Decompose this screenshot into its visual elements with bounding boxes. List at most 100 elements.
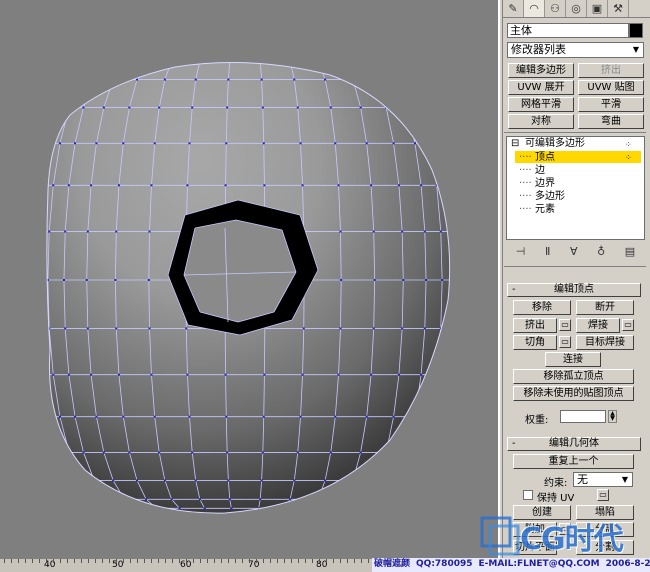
mesh-vertex[interactable]	[60, 106, 63, 109]
mesh-vertex[interactable]	[420, 373, 423, 376]
mesh-vertex[interactable]	[413, 142, 416, 145]
mesh-vertex[interactable]	[351, 507, 354, 510]
mesh-vertex[interactable]	[188, 415, 191, 418]
stack-subobject-item[interactable]: 多边形	[535, 191, 565, 203]
mesh-vertex[interactable]	[262, 415, 265, 418]
edit-geometry-rollout-header[interactable]: - 编辑几何体	[507, 437, 641, 451]
modifier-button[interactable]: 对称	[508, 114, 574, 129]
mesh-vertex[interactable]	[102, 451, 105, 454]
mesh-vertex[interactable]	[402, 279, 405, 281]
mesh-vertex[interactable]	[394, 78, 397, 81]
mesh-vertex[interactable]	[105, 498, 108, 501]
modifier-button[interactable]: 网格平滑	[508, 97, 574, 112]
mesh-vertex[interactable]	[82, 451, 85, 454]
object-color-swatch[interactable]	[629, 23, 643, 38]
modifier-button[interactable]: 编辑多边形	[508, 63, 574, 78]
mesh-vertex[interactable]	[194, 78, 197, 81]
modifier-button[interactable]: 弯曲	[578, 114, 644, 129]
mesh-vertex[interactable]	[86, 327, 89, 330]
mesh-vertex[interactable]	[50, 142, 53, 145]
mesh-vertex[interactable]	[301, 184, 304, 187]
mesh-vertex[interactable]	[128, 106, 131, 109]
mesh-vertex[interactable]	[415, 479, 418, 482]
mesh-vertex[interactable]	[227, 479, 230, 482]
display-tab-icon[interactable]: ▣	[587, 0, 608, 17]
mesh-vertex[interactable]	[437, 415, 440, 418]
mesh-vertex[interactable]	[171, 60, 173, 62]
mesh-vertex[interactable]	[263, 373, 266, 376]
mesh-vertex[interactable]	[158, 451, 161, 454]
modifier-button[interactable]: UVW 展开	[508, 80, 574, 95]
edit-vertices-rollout-header[interactable]: - 编辑顶点	[507, 283, 641, 297]
mesh-vertex[interactable]	[284, 507, 287, 510]
mesh-vertex[interactable]	[329, 106, 332, 109]
mesh-vertex[interactable]	[296, 451, 299, 454]
mesh-vertex[interactable]	[364, 498, 367, 501]
mesh-vertex[interactable]	[289, 60, 291, 62]
mesh-vertex[interactable]	[372, 327, 375, 330]
mesh-vertex[interactable]	[317, 498, 320, 501]
mesh-vertex[interactable]	[439, 230, 442, 233]
mesh-vertex[interactable]	[93, 78, 96, 81]
modifier-button[interactable]: UVW 贴图	[578, 80, 644, 95]
mesh-vertex[interactable]	[339, 230, 342, 233]
mesh-vertex[interactable]	[401, 60, 403, 62]
modifier-button[interactable]: 平滑	[578, 97, 644, 112]
preserve-uv-checkbox[interactable]	[523, 490, 533, 500]
mesh-vertex[interactable]	[408, 78, 411, 81]
mesh-vertex[interactable]	[198, 498, 201, 501]
mesh-vertex[interactable]	[419, 451, 422, 454]
mesh-vertex[interactable]	[228, 498, 231, 501]
mesh-vertex[interactable]	[429, 415, 432, 418]
configure-modifier-sets-icon[interactable]: ▤	[625, 245, 635, 258]
mesh-vertex[interactable]	[93, 498, 96, 501]
repeat-last-button[interactable]: 重复上一个	[513, 454, 634, 469]
mesh-vertex[interactable]	[186, 184, 189, 187]
mesh-vertex[interactable]	[365, 415, 368, 418]
mesh-vertex[interactable]	[115, 230, 118, 233]
mesh-vertex[interactable]	[226, 451, 229, 454]
mesh-vertex[interactable]	[72, 78, 75, 81]
mesh-vertex[interactable]	[351, 479, 354, 482]
mesh-vertex[interactable]	[114, 279, 117, 281]
mesh-vertex[interactable]	[415, 78, 418, 81]
mesh-vertex[interactable]	[112, 479, 115, 482]
create-tab-icon[interactable]: ✎	[503, 0, 524, 17]
mesh-vertex[interactable]	[52, 373, 55, 376]
mesh-vertex[interactable]	[48, 230, 51, 233]
perspective-viewport[interactable]	[0, 0, 500, 560]
remove-isolated-vertices-button[interactable]: 移除孤立顶点	[513, 369, 634, 384]
mesh-vertex[interactable]	[128, 451, 131, 454]
mesh-vertex[interactable]	[382, 60, 384, 62]
mesh-vertex[interactable]	[155, 507, 158, 510]
mesh-vertex[interactable]	[405, 106, 408, 109]
mesh-vertex[interactable]	[332, 507, 335, 510]
mesh-vertex[interactable]	[150, 184, 153, 187]
mesh-vertex[interactable]	[334, 415, 337, 418]
mesh-vertex[interactable]	[324, 479, 327, 482]
mesh-vertex[interactable]	[191, 451, 194, 454]
mesh-vertex[interactable]	[289, 498, 292, 501]
extrude-button[interactable]: 挤出	[513, 318, 557, 333]
mesh-vertex[interactable]	[94, 60, 96, 62]
weld-settings-icon[interactable]: ▭	[622, 319, 634, 331]
mesh-vertex[interactable]	[225, 415, 228, 418]
mesh-vertex[interactable]	[58, 415, 61, 418]
remove-unused-map-verts-button[interactable]: 移除未使用的贴图顶点	[513, 386, 634, 401]
stack-root-item[interactable]: 可编辑多边形	[525, 138, 585, 150]
make-unique-icon[interactable]: ∀	[570, 245, 578, 258]
mesh-vertex[interactable]	[50, 415, 53, 418]
mesh-vertex[interactable]	[444, 184, 447, 187]
extrude-settings-icon[interactable]: ▭	[559, 319, 571, 331]
mesh-vertex[interactable]	[340, 279, 343, 281]
mesh-vertex[interactable]	[136, 507, 139, 510]
mesh-vertex[interactable]	[178, 507, 181, 510]
modifier-button[interactable]: 挤出	[578, 63, 644, 78]
stack-subobject-item[interactable]: 顶点	[535, 152, 555, 164]
mesh-vertex[interactable]	[136, 479, 139, 482]
mesh-vertex[interactable]	[62, 279, 65, 281]
mesh-vertex[interactable]	[435, 373, 438, 376]
mesh-vertex[interactable]	[425, 279, 428, 281]
mesh-vertex[interactable]	[423, 327, 426, 330]
constraint-dropdown[interactable]: 无 ▼	[573, 472, 633, 487]
